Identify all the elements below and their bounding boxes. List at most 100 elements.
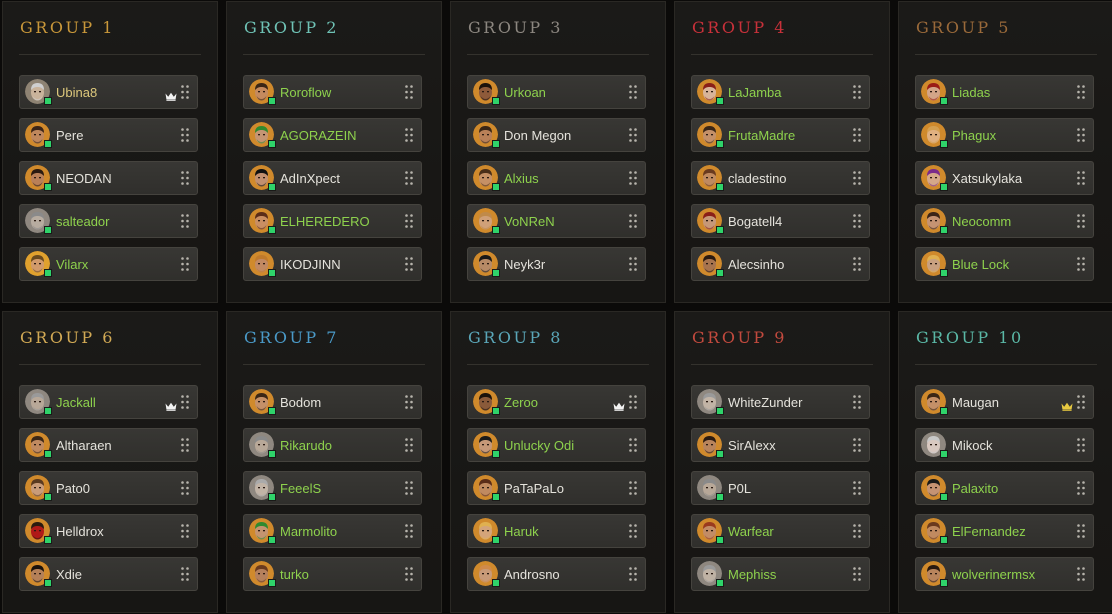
drag-handle-icon[interactable] [181, 395, 189, 409]
player-card[interactable]: Haruk [467, 514, 646, 548]
drag-handle-icon[interactable] [853, 567, 861, 581]
drag-handle-icon[interactable] [629, 524, 637, 538]
player-card[interactable]: Don Megon [467, 118, 646, 152]
player-card[interactable]: WhiteZunder [691, 385, 870, 419]
drag-handle-icon[interactable] [181, 85, 189, 99]
drag-handle-icon[interactable] [1077, 128, 1085, 142]
player-card[interactable]: Androsno [467, 557, 646, 591]
player-card[interactable]: Neyk3r [467, 247, 646, 281]
player-card[interactable]: Blue Lock [915, 247, 1094, 281]
drag-handle-icon[interactable] [629, 481, 637, 495]
player-card[interactable]: Roroflow [243, 75, 422, 109]
drag-handle-icon[interactable] [629, 214, 637, 228]
drag-handle-icon[interactable] [1077, 567, 1085, 581]
drag-handle-icon[interactable] [853, 171, 861, 185]
drag-handle-icon[interactable] [1077, 481, 1085, 495]
drag-handle-icon[interactable] [405, 85, 413, 99]
player-card[interactable]: ElFernandez [915, 514, 1094, 548]
drag-handle-icon[interactable] [405, 438, 413, 452]
drag-handle-icon[interactable] [405, 567, 413, 581]
player-card[interactable]: Pere [19, 118, 198, 152]
player-card[interactable]: Liadas [915, 75, 1094, 109]
drag-handle-icon[interactable] [853, 85, 861, 99]
player-card[interactable]: salteador [19, 204, 198, 238]
player-card[interactable]: Jackall [19, 385, 198, 419]
drag-handle-icon[interactable] [629, 128, 637, 142]
drag-handle-icon[interactable] [853, 481, 861, 495]
player-card[interactable]: wolverinermsx [915, 557, 1094, 591]
drag-handle-icon[interactable] [629, 567, 637, 581]
player-card[interactable]: Neocomm [915, 204, 1094, 238]
player-card[interactable]: Alecsinho [691, 247, 870, 281]
drag-handle-icon[interactable] [629, 257, 637, 271]
drag-handle-icon[interactable] [181, 438, 189, 452]
player-card[interactable]: Palaxito [915, 471, 1094, 505]
drag-handle-icon[interactable] [405, 214, 413, 228]
drag-handle-icon[interactable] [405, 257, 413, 271]
drag-handle-icon[interactable] [181, 128, 189, 142]
drag-handle-icon[interactable] [629, 395, 637, 409]
drag-handle-icon[interactable] [1077, 438, 1085, 452]
player-card[interactable]: Pato0 [19, 471, 198, 505]
player-card[interactable]: Phagux [915, 118, 1094, 152]
player-card[interactable]: Xatsukylaka [915, 161, 1094, 195]
drag-handle-icon[interactable] [853, 214, 861, 228]
drag-handle-icon[interactable] [405, 171, 413, 185]
drag-handle-icon[interactable] [853, 128, 861, 142]
player-card[interactable]: NEODAN [19, 161, 198, 195]
drag-handle-icon[interactable] [853, 524, 861, 538]
player-card[interactable]: P0L [691, 471, 870, 505]
player-card[interactable]: PaTaPaLo [467, 471, 646, 505]
drag-handle-icon[interactable] [181, 481, 189, 495]
player-card[interactable]: Mikock [915, 428, 1094, 462]
player-card[interactable]: Zeroo [467, 385, 646, 419]
drag-handle-icon[interactable] [853, 257, 861, 271]
player-card[interactable]: VoNReN [467, 204, 646, 238]
drag-handle-icon[interactable] [181, 567, 189, 581]
player-card[interactable]: ELHEREDERO [243, 204, 422, 238]
player-card[interactable]: turko [243, 557, 422, 591]
drag-handle-icon[interactable] [181, 524, 189, 538]
drag-handle-icon[interactable] [405, 395, 413, 409]
player-card[interactable]: Vilarx [19, 247, 198, 281]
drag-handle-icon[interactable] [1077, 214, 1085, 228]
player-card[interactable]: Bodom [243, 385, 422, 419]
player-card[interactable]: cladestino [691, 161, 870, 195]
drag-handle-icon[interactable] [181, 214, 189, 228]
player-card[interactable]: Mephiss [691, 557, 870, 591]
player-card[interactable]: Warfear [691, 514, 870, 548]
drag-handle-icon[interactable] [1077, 524, 1085, 538]
drag-handle-icon[interactable] [1077, 257, 1085, 271]
player-card[interactable]: Alxius [467, 161, 646, 195]
drag-handle-icon[interactable] [629, 171, 637, 185]
player-card[interactable]: Rikarudo [243, 428, 422, 462]
player-card[interactable]: IKODJINN [243, 247, 422, 281]
player-card[interactable]: FeeelS [243, 471, 422, 505]
player-card[interactable]: SirAlexx [691, 428, 870, 462]
player-card[interactable]: FrutaMadre [691, 118, 870, 152]
player-card[interactable]: Altharaen [19, 428, 198, 462]
drag-handle-icon[interactable] [405, 481, 413, 495]
drag-handle-icon[interactable] [853, 395, 861, 409]
drag-handle-icon[interactable] [181, 171, 189, 185]
drag-handle-icon[interactable] [1077, 171, 1085, 185]
player-card[interactable]: Urkoan [467, 75, 646, 109]
player-card[interactable]: Xdie [19, 557, 198, 591]
drag-handle-icon[interactable] [1077, 85, 1085, 99]
drag-handle-icon[interactable] [1077, 395, 1085, 409]
player-card[interactable]: AGORAZEIN [243, 118, 422, 152]
drag-handle-icon[interactable] [181, 257, 189, 271]
drag-handle-icon[interactable] [405, 128, 413, 142]
drag-handle-icon[interactable] [853, 438, 861, 452]
drag-handle-icon[interactable] [629, 438, 637, 452]
player-card[interactable]: Ubina8 [19, 75, 198, 109]
player-card[interactable]: Unlucky Odi [467, 428, 646, 462]
player-card[interactable]: Helldrox [19, 514, 198, 548]
player-card[interactable]: Marmolito [243, 514, 422, 548]
player-card[interactable]: LaJamba [691, 75, 870, 109]
drag-handle-icon[interactable] [629, 85, 637, 99]
player-card[interactable]: Maugan [915, 385, 1094, 419]
player-card[interactable]: Bogatell4 [691, 204, 870, 238]
player-card[interactable]: AdInXpect [243, 161, 422, 195]
drag-handle-icon[interactable] [405, 524, 413, 538]
